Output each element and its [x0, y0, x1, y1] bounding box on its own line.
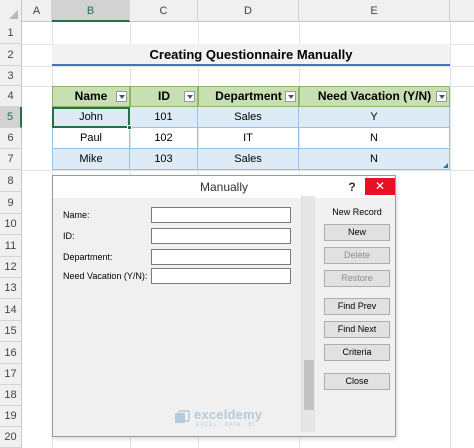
table-cell[interactable]: Mike	[52, 149, 130, 170]
name-field[interactable]	[151, 207, 291, 223]
record-scrollbar[interactable]	[301, 196, 315, 432]
scrollbar-thumb[interactable]	[304, 360, 314, 410]
row-header-11[interactable]: 11	[0, 235, 22, 257]
column-header-d[interactable]: D	[198, 0, 299, 22]
table-header-department: Department	[198, 86, 299, 107]
table-cell[interactable]: IT	[198, 128, 299, 149]
find-prev-button[interactable]: Find Prev	[324, 298, 390, 315]
table-cell[interactable]: 103	[130, 149, 198, 170]
record-status: New Record	[332, 207, 382, 217]
table-cell[interactable]: Sales	[198, 149, 299, 170]
filter-dropdown-icon[interactable]	[436, 91, 447, 102]
row-header-16[interactable]: 16	[0, 342, 22, 364]
watermark-tagline: EXCEL · DATA · BI	[196, 422, 256, 428]
close-button[interactable]: Close	[324, 373, 390, 390]
close-icon[interactable]: ✕	[365, 178, 395, 195]
row-header-12[interactable]: 12	[0, 257, 22, 278]
table-cell[interactable]: N	[299, 128, 450, 149]
table-resize-handle-icon[interactable]	[443, 163, 448, 168]
table-header-label: Department	[215, 89, 282, 103]
table-header-name: Name	[52, 86, 130, 107]
field-label-need-vacation: Need Vacation (Y/N):	[63, 271, 148, 281]
criteria-button[interactable]: Criteria	[324, 344, 390, 361]
row-header-13[interactable]: 13	[0, 278, 22, 299]
gridline	[22, 170, 474, 171]
table-cell[interactable]: N	[299, 149, 450, 170]
table-cell[interactable]: Y	[299, 107, 450, 128]
field-label-id: ID:	[63, 231, 75, 241]
row-header-14[interactable]: 14	[0, 299, 22, 321]
row-header-8[interactable]: 8	[0, 170, 22, 192]
exceldemy-logo-icon	[175, 410, 190, 423]
field-label-department: Department:	[63, 252, 113, 262]
table-cell[interactable]: John	[52, 107, 130, 128]
need-vacation-field[interactable]	[151, 268, 291, 284]
row-header-10[interactable]: 10	[0, 214, 22, 235]
help-icon[interactable]: ?	[341, 176, 363, 198]
row-header-3[interactable]: 3	[0, 66, 22, 86]
row-header-1[interactable]: 1	[0, 22, 22, 44]
table-cell[interactable]: Paul	[52, 128, 130, 149]
filter-dropdown-icon[interactable]	[285, 91, 296, 102]
restore-button[interactable]: Restore	[324, 270, 390, 287]
row-header-17[interactable]: 17	[0, 364, 22, 385]
table-header-label: Need Vacation (Y/N)	[317, 89, 432, 103]
row-header-5[interactable]: 5	[0, 107, 22, 128]
sheet-title: Creating Questionnaire Manually	[52, 44, 450, 66]
row-header-2[interactable]: 2	[0, 44, 22, 66]
row-header-7[interactable]: 7	[0, 149, 22, 170]
row-header-4[interactable]: 4	[0, 86, 22, 107]
row-header-19[interactable]: 19	[0, 406, 22, 427]
row-header-15[interactable]: 15	[0, 321, 22, 342]
new-button[interactable]: New	[324, 224, 390, 241]
table-cell[interactable]: Sales	[198, 107, 299, 128]
id-field[interactable]	[151, 228, 291, 244]
column-header-e[interactable]: E	[299, 0, 450, 22]
gridline	[22, 66, 474, 67]
row-header-18[interactable]: 18	[0, 385, 22, 406]
filter-dropdown-icon[interactable]	[116, 91, 127, 102]
column-header-c[interactable]: C	[130, 0, 198, 22]
row-header-20[interactable]: 20	[0, 427, 22, 448]
field-label-name: Name:	[63, 210, 90, 220]
table-header-id: ID	[130, 86, 198, 107]
department-field[interactable]	[151, 249, 291, 265]
watermark-name: exceldemy	[194, 407, 263, 422]
watermark: exceldemy EXCEL · DATA · BI	[174, 407, 294, 431]
select-all-triangle-icon	[9, 10, 18, 19]
table-header-label: ID	[158, 89, 170, 103]
select-all-corner[interactable]	[0, 0, 22, 22]
delete-button[interactable]: Delete	[324, 247, 390, 264]
data-form-dialog: Manually ? ✕ Name: ID: Department: Need …	[52, 175, 396, 437]
table-cell[interactable]: 101	[130, 107, 198, 128]
filter-dropdown-icon[interactable]	[184, 91, 195, 102]
table-header-label: Name	[74, 89, 108, 103]
column-header-b[interactable]: B	[52, 0, 130, 22]
column-header-a[interactable]: A	[22, 0, 52, 22]
find-next-button[interactable]: Find Next	[324, 321, 390, 338]
table-cell[interactable]: 102	[130, 128, 198, 149]
dialog-titlebar[interactable]: Manually ? ✕	[53, 176, 395, 198]
row-header-6[interactable]: 6	[0, 128, 22, 149]
fill-handle[interactable]	[127, 125, 132, 130]
row-header-9[interactable]: 9	[0, 192, 22, 214]
spreadsheet: A B C D E 1 2 3 4 5 6 7 8 9 10 11 12 13 …	[0, 0, 474, 448]
table-header-need-vacation: Need Vacation (Y/N)	[299, 86, 450, 107]
